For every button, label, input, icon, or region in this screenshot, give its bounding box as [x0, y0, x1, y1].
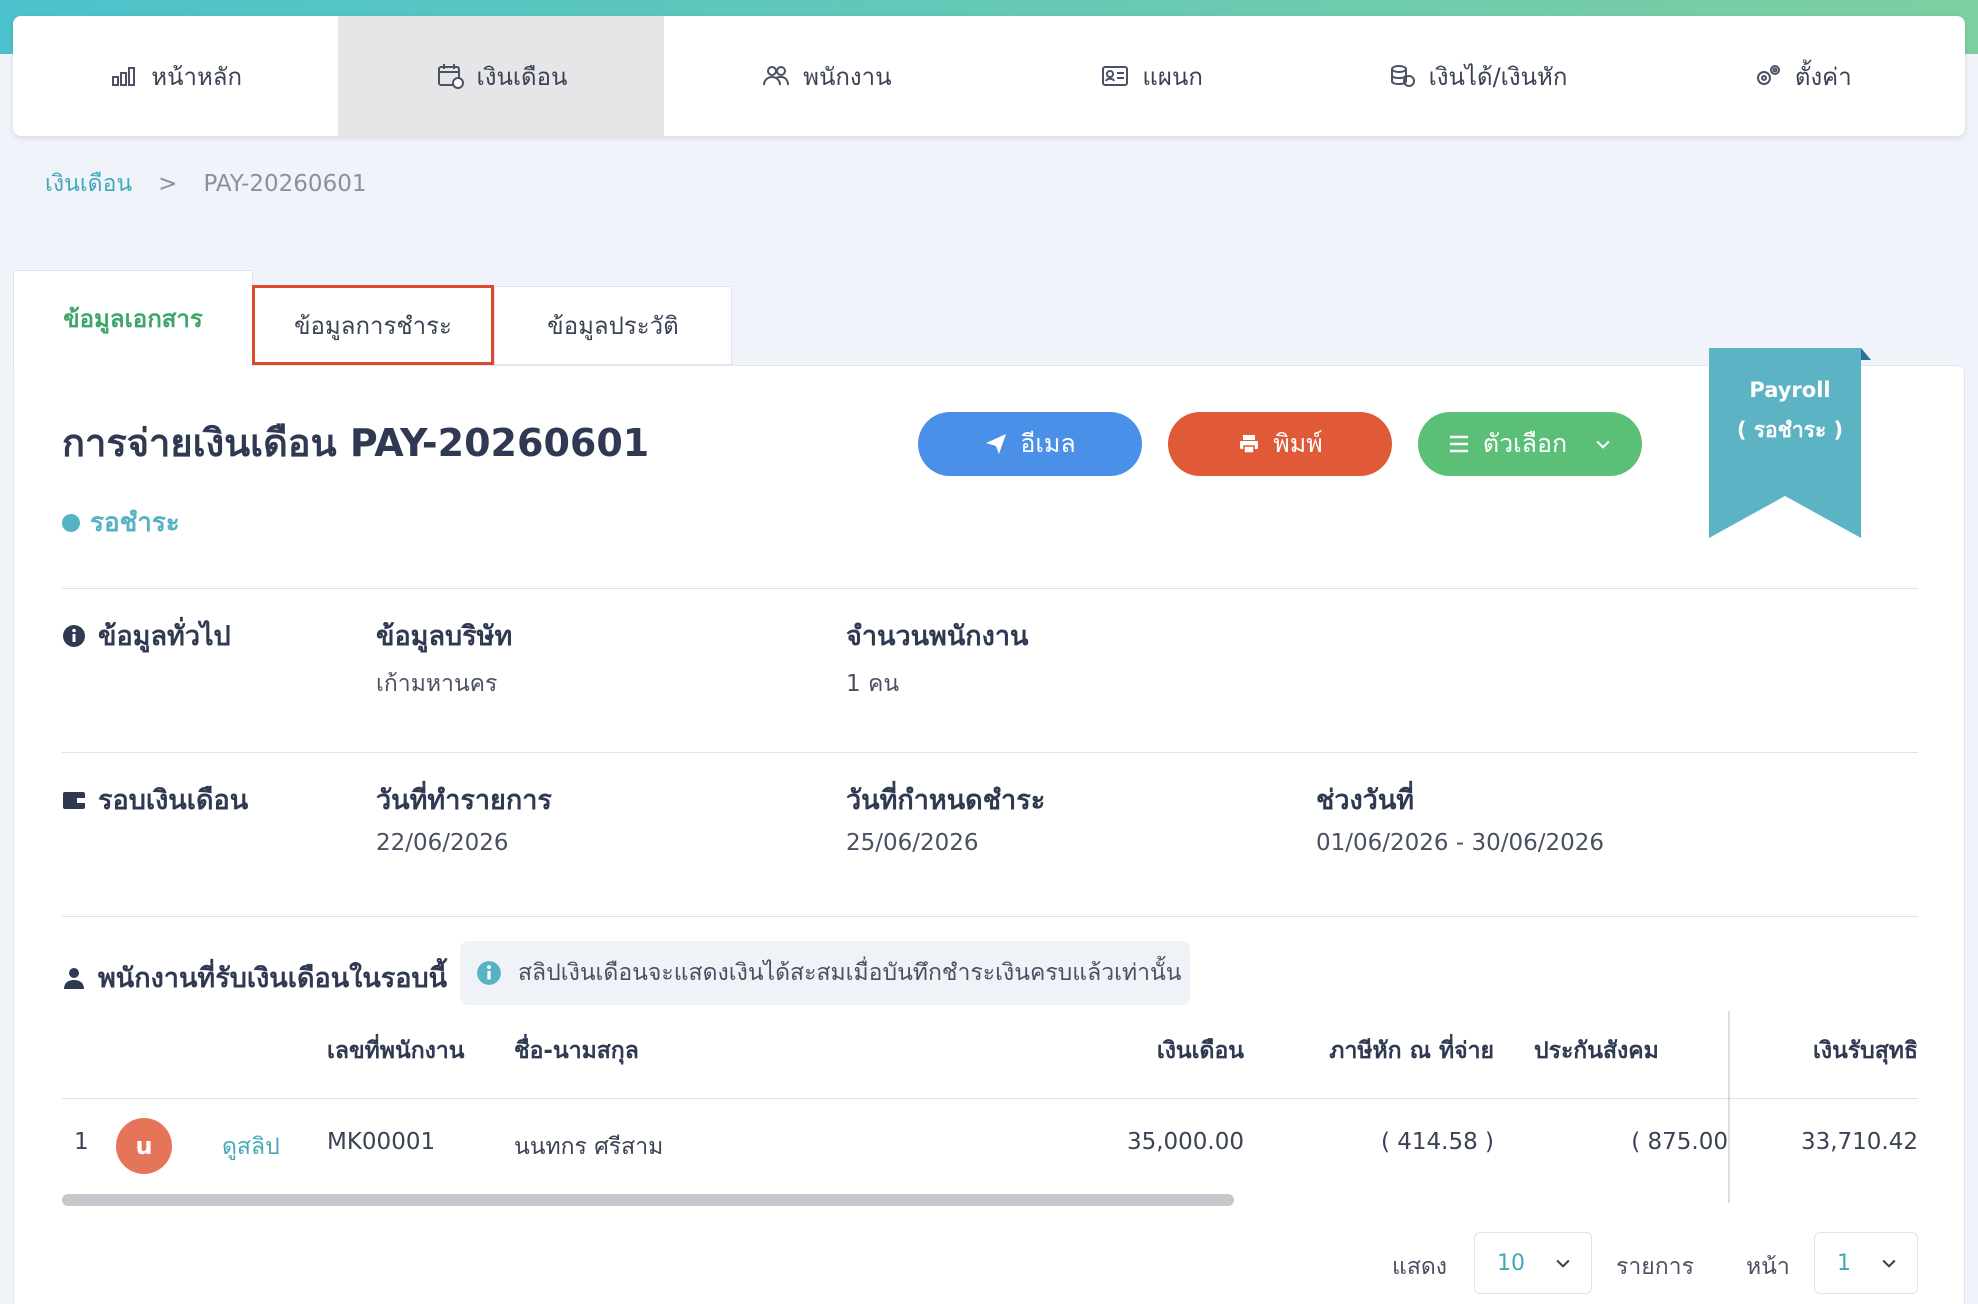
divider — [62, 916, 1918, 917]
coins-icon — [1390, 65, 1415, 87]
employee-count-title: จำนวนพนักงาน — [846, 621, 1029, 652]
info-icon — [63, 624, 85, 647]
ribbon-title: Payroll — [1749, 378, 1831, 402]
transaction-date-value: 22/06/2026 — [376, 830, 509, 856]
document-card: การจ่ายเงินเดือน PAY-20260601 รอชำระ อีเ… — [13, 348, 1965, 1304]
row-number: 1 — [74, 1129, 89, 1155]
tab-payment-info[interactable]: ข้อมูลการชำระ — [252, 285, 494, 365]
id-card-icon — [1102, 66, 1129, 86]
tab-history-info[interactable]: ข้อมูลประวัติ — [494, 286, 732, 365]
show-label: แสดง — [1392, 1254, 1448, 1280]
column-header-net: เงินรับสุทธิ — [1812, 1038, 1918, 1064]
nav-label: เงินได้/เงินหัก — [1428, 62, 1568, 91]
general-info-label: ข้อมูลทั่วไป — [62, 614, 231, 657]
menu-icon — [1449, 435, 1468, 453]
email-button[interactable]: อีเมล — [918, 412, 1142, 476]
calendar-money-icon — [437, 64, 464, 89]
page-label: หน้า — [1746, 1254, 1790, 1280]
nav-item-payroll[interactable]: เงินเดือน — [338, 16, 664, 136]
nav-label: พนักงาน — [803, 62, 892, 91]
chart-icon — [112, 67, 136, 86]
breadcrumb-current: PAY-20260601 — [203, 171, 367, 197]
nav-label: ตั้งค่า — [1794, 62, 1852, 91]
options-button-label: ตัวเลือก — [1482, 429, 1568, 458]
column-header-emp-id: เลขที่พนักงาน — [327, 1038, 465, 1064]
employees-section-label: พนักงานที่รับเงินเดือนในรอบนี้ — [62, 956, 447, 999]
printer-icon — [1240, 435, 1259, 454]
print-button-label: พิมพ์ — [1273, 429, 1323, 458]
wallet-icon — [63, 791, 85, 809]
info-icon — [477, 961, 501, 985]
status-text: รอชำระ — [90, 508, 180, 538]
column-header-social: ประกันสังคม — [1534, 1038, 1659, 1064]
status-dot — [62, 513, 80, 532]
employee-name: นนทกร ศรีสาม — [514, 1134, 664, 1160]
social-value-clip: ( 875.00 — [1534, 1117, 1728, 1161]
nav-item-employees[interactable]: พนักงาน — [664, 16, 989, 136]
sticky-column-shadow — [1728, 1011, 1731, 1203]
tab-document-info[interactable]: ข้อมูลเอกสาร — [13, 270, 253, 366]
nav-item-departments[interactable]: แผนก — [989, 16, 1314, 136]
nav-item-settings[interactable]: ตั้งค่า — [1640, 16, 1965, 136]
slip-note: สลิปเงินเดือนจะแสดงเงินได้สะสมเมื่อบันทึ… — [460, 941, 1190, 1005]
ribbon-status: ( รอชำระ ) — [1736, 418, 1844, 442]
breadcrumb-separator: > — [158, 171, 178, 197]
page-title: การจ่ายเงินเดือน PAY-20260601 — [62, 421, 650, 465]
divider — [62, 752, 1918, 753]
company-value: เก้ามหานคร — [376, 671, 498, 697]
chevron-down-icon — [1596, 440, 1610, 449]
due-date-value: 25/06/2026 — [846, 830, 979, 856]
paper-plane-icon — [986, 434, 1007, 454]
nav-item-home[interactable]: หน้าหลัก — [13, 16, 338, 136]
print-button[interactable]: พิมพ์ — [1168, 412, 1392, 476]
nav-label: หน้าหลัก — [151, 62, 243, 91]
view-slip-link[interactable]: ดูสลิป — [222, 1129, 280, 1165]
divider — [62, 588, 1918, 589]
main-nav: หน้าหลัก เงินเดือน พนักงาน แผนก เงินได้/… — [13, 16, 1965, 136]
chevron-down-icon — [1882, 1259, 1896, 1268]
company-title: ข้อมูลบริษัท — [376, 621, 513, 652]
email-button-label: อีเมล — [1020, 429, 1076, 458]
column-header-tax: ภาษีหัก ณ ที่จ่าย — [1329, 1038, 1494, 1064]
slip-note-text: สลิปเงินเดือนจะแสดงเงินได้สะสมเมื่อบันทึ… — [518, 960, 1182, 986]
payroll-cycle-label: รอบเงินเดือน — [62, 778, 248, 821]
nav-label: เงินเดือน — [476, 62, 568, 91]
column-header-salary: เงินเดือน — [1156, 1038, 1244, 1064]
transaction-date-title: วันที่ทำรายการ — [376, 785, 552, 816]
page-size-select[interactable]: 10 — [1474, 1232, 1592, 1294]
date-range-value: 01/06/2026 - 30/06/2026 — [1316, 830, 1605, 856]
column-header-social-clip: ประกันสังคม — [1534, 1021, 1728, 1065]
nav-label: แผนก — [1142, 62, 1203, 91]
due-date-title: วันที่กำหนดชำระ — [846, 785, 1046, 816]
status-badge: รอชำระ — [62, 502, 180, 543]
breadcrumb-link-payroll[interactable]: เงินเดือน — [45, 166, 132, 202]
avatar: u — [116, 1118, 172, 1174]
table-row-divider — [62, 1098, 1918, 1099]
user-icon — [64, 967, 84, 989]
breadcrumb: เงินเดือน > PAY-20260601 — [45, 166, 366, 202]
status-ribbon: Payroll ( รอชำระ ) — [1709, 348, 1871, 538]
net-pay-value: 33,710.42 — [1800, 1129, 1918, 1155]
date-range-title: ช่วงวันที่ — [1316, 785, 1415, 816]
general-info-text: ข้อมูลทั่วไป — [98, 621, 231, 652]
items-label: รายการ — [1616, 1254, 1694, 1280]
column-header-name: ชื่อ-นามสกุล — [514, 1038, 639, 1064]
payroll-cycle-text: รอบเงินเดือน — [98, 785, 249, 816]
users-icon — [763, 66, 790, 86]
social-security-value: ( 875.00 — [1631, 1129, 1728, 1155]
gears-icon — [1756, 65, 1780, 85]
salary-value: 35,000.00 — [1126, 1129, 1244, 1155]
options-dropdown-button[interactable]: ตัวเลือก — [1418, 412, 1642, 476]
horizontal-scrollbar[interactable] — [62, 1194, 1234, 1206]
employee-count-value: 1 คน — [846, 671, 900, 697]
nav-item-income-deduction[interactable]: เงินได้/เงินหัก — [1314, 16, 1639, 136]
page-select[interactable]: 1 — [1814, 1232, 1918, 1294]
chevron-down-icon — [1556, 1259, 1570, 1268]
page-size-value: 10 — [1497, 1250, 1525, 1276]
employee-id: MK00001 — [327, 1129, 436, 1155]
page-value: 1 — [1837, 1250, 1851, 1276]
employees-section-text: พนักงานที่รับเงินเดือนในรอบนี้ — [98, 963, 448, 994]
tax-value: ( 414.58 ) — [1380, 1129, 1494, 1155]
